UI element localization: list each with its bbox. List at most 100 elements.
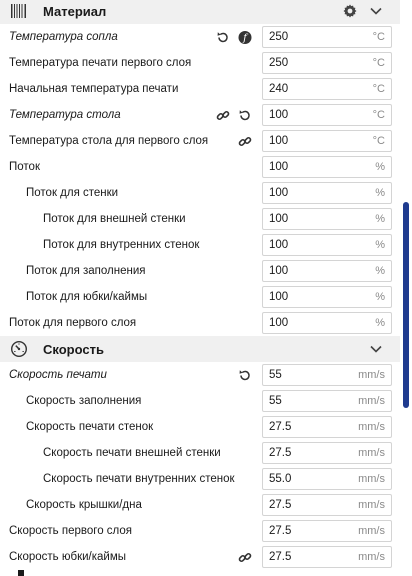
setting-label: Скорость заполнения <box>26 395 142 407</box>
input-unit: °C <box>372 109 385 121</box>
input-value: 100 <box>269 187 289 199</box>
input-value: 100 <box>269 317 289 329</box>
input-value: 27.5 <box>269 525 292 537</box>
setting-label: Скорость печати стенок <box>26 421 154 433</box>
setting-label: Скорость печати внешней стенки <box>43 447 221 459</box>
speedometer-icon <box>10 340 28 358</box>
input-unit: mm/s <box>358 499 385 511</box>
setting-row-first-layer-speed: Скорость первого слоя 27.5 mm/s <box>0 518 400 544</box>
setting-row-outer-wall-flow: Поток для внешней стенки 100 % <box>0 206 400 232</box>
input-unit: mm/s <box>358 369 385 381</box>
initial-temp-input[interactable]: 240 °C <box>262 78 392 100</box>
setting-label: Скорость печати внутренних стенок <box>43 473 235 485</box>
material-section-header[interactable]: Материал <box>0 0 400 24</box>
function-icon[interactable]: f <box>237 30 252 45</box>
input-unit: °C <box>372 135 385 147</box>
setting-row-wall-speed: Скорость печати стенок 27.5 mm/s <box>0 414 400 440</box>
inner-wall-flow-input[interactable]: 100 % <box>262 234 392 256</box>
setting-label: Температура стола <box>9 109 121 121</box>
input-unit: % <box>375 161 385 173</box>
input-unit: mm/s <box>358 551 385 563</box>
input-unit: % <box>375 213 385 225</box>
outer-wall-speed-input[interactable]: 27.5 mm/s <box>262 442 392 464</box>
setting-row-first-layer-temp: Температура печати первого слоя 250 °C <box>0 50 400 76</box>
setting-row-initial-temp: Начальная температура печати 240 °C <box>0 76 400 102</box>
setting-label: Температура сопла <box>9 31 118 43</box>
spool-icon <box>10 2 28 20</box>
gear-icon[interactable] <box>342 3 358 19</box>
wall-speed-input[interactable]: 27.5 mm/s <box>262 416 392 438</box>
input-unit: % <box>375 187 385 199</box>
input-unit: % <box>375 291 385 303</box>
link-icon[interactable] <box>237 134 252 149</box>
setting-label: Поток для юбки/каймы <box>26 291 148 303</box>
link-icon[interactable] <box>215 108 230 123</box>
flow-input[interactable]: 100 % <box>262 156 392 178</box>
skirt-brim-flow-input[interactable]: 100 % <box>262 286 392 308</box>
setting-row-nozzle-temp: Температура сопла f 250 °C <box>0 24 400 50</box>
input-unit: mm/s <box>358 395 385 407</box>
setting-row-infill-flow: Поток для заполнения 100 % <box>0 258 400 284</box>
setting-row-bed-temp: Температура стола 100 °C <box>0 102 400 128</box>
setting-label: Поток для заполнения <box>26 265 146 277</box>
input-value: 100 <box>269 239 289 251</box>
input-unit: % <box>375 239 385 251</box>
setting-label: Поток для стенки <box>26 187 119 199</box>
nozzle-temp-input[interactable]: 250 °C <box>262 26 392 48</box>
input-value: 250 <box>269 57 289 69</box>
input-value: 250 <box>269 31 289 43</box>
wall-flow-input[interactable]: 100 % <box>262 182 392 204</box>
setting-row-print-speed: Скорость печати 55 mm/s <box>0 362 400 388</box>
setting-label: Начальная температура печати <box>9 83 179 95</box>
skirt-brim-speed-input[interactable]: 27.5 mm/s <box>262 546 392 568</box>
setting-row-top-bottom-speed: Скорость крышки/дна 27.5 mm/s <box>0 492 400 518</box>
setting-label: Скорость печати <box>9 369 107 381</box>
input-unit: °C <box>372 57 385 69</box>
setting-row-inner-wall-speed: Скорость печати внутренних стенок 55.0 m… <box>0 466 400 492</box>
first-layer-temp-input[interactable]: 250 °C <box>262 52 392 74</box>
chevron-down-icon[interactable] <box>369 342 383 356</box>
reset-icon[interactable] <box>237 368 252 383</box>
setting-row-outer-wall-speed: Скорость печати внешней стенки 27.5 mm/s <box>0 440 400 466</box>
infill-speed-input[interactable]: 55 mm/s <box>262 390 392 412</box>
bed-temp-input[interactable]: 100 °C <box>262 104 392 126</box>
infill-flow-input[interactable]: 100 % <box>262 260 392 282</box>
setting-row-bed-temp-first-layer: Температура стола для первого слоя 100 °… <box>0 128 400 154</box>
input-value: 100 <box>269 109 289 121</box>
setting-row-skirt-brim-flow: Поток для юбки/каймы 100 % <box>0 284 400 310</box>
input-unit: mm/s <box>358 447 385 459</box>
first-layer-speed-input[interactable]: 27.5 mm/s <box>262 520 392 542</box>
setting-label: Температура печати первого слоя <box>9 57 192 69</box>
input-value: 100 <box>269 135 289 147</box>
setting-label: Скорость юбки/каймы <box>9 551 126 563</box>
settings-panel: Материал Температура сопла f 250 °C Темп… <box>0 0 400 570</box>
input-unit: mm/s <box>358 525 385 537</box>
inner-wall-speed-input[interactable]: 55.0 mm/s <box>262 468 392 490</box>
speed-section-title: Скорость <box>43 341 104 357</box>
input-unit: mm/s <box>358 473 385 485</box>
input-value: 27.5 <box>269 421 292 433</box>
speed-section-header[interactable]: Скорость <box>0 336 400 362</box>
input-value: 55.0 <box>269 473 292 485</box>
setting-row-flow: Поток 100 % <box>0 154 400 180</box>
input-unit: % <box>375 317 385 329</box>
first-layer-flow-input[interactable]: 100 % <box>262 312 392 334</box>
scrollbar-thumb[interactable] <box>403 202 409 408</box>
print-speed-input[interactable]: 55 mm/s <box>262 364 392 386</box>
outer-wall-flow-input[interactable]: 100 % <box>262 208 392 230</box>
link-icon[interactable] <box>237 550 252 565</box>
setting-row-inner-wall-flow: Поток для внутренних стенок 100 % <box>0 232 400 258</box>
input-value: 27.5 <box>269 447 292 459</box>
section-marker <box>18 570 24 576</box>
input-value: 27.5 <box>269 551 292 563</box>
reset-icon[interactable] <box>237 108 252 123</box>
bed-temp-first-layer-input[interactable]: 100 °C <box>262 130 392 152</box>
top-bottom-speed-input[interactable]: 27.5 mm/s <box>262 494 392 516</box>
setting-label: Поток <box>9 161 40 173</box>
setting-row-skirt-brim-speed: Скорость юбки/каймы 27.5 mm/s <box>0 544 400 570</box>
chevron-down-icon[interactable] <box>369 4 383 18</box>
input-value: 27.5 <box>269 499 292 511</box>
reset-icon[interactable] <box>215 30 230 45</box>
setting-row-first-layer-flow: Поток для первого слоя 100 % <box>0 310 400 336</box>
setting-label: Поток для внутренних стенок <box>43 239 200 251</box>
